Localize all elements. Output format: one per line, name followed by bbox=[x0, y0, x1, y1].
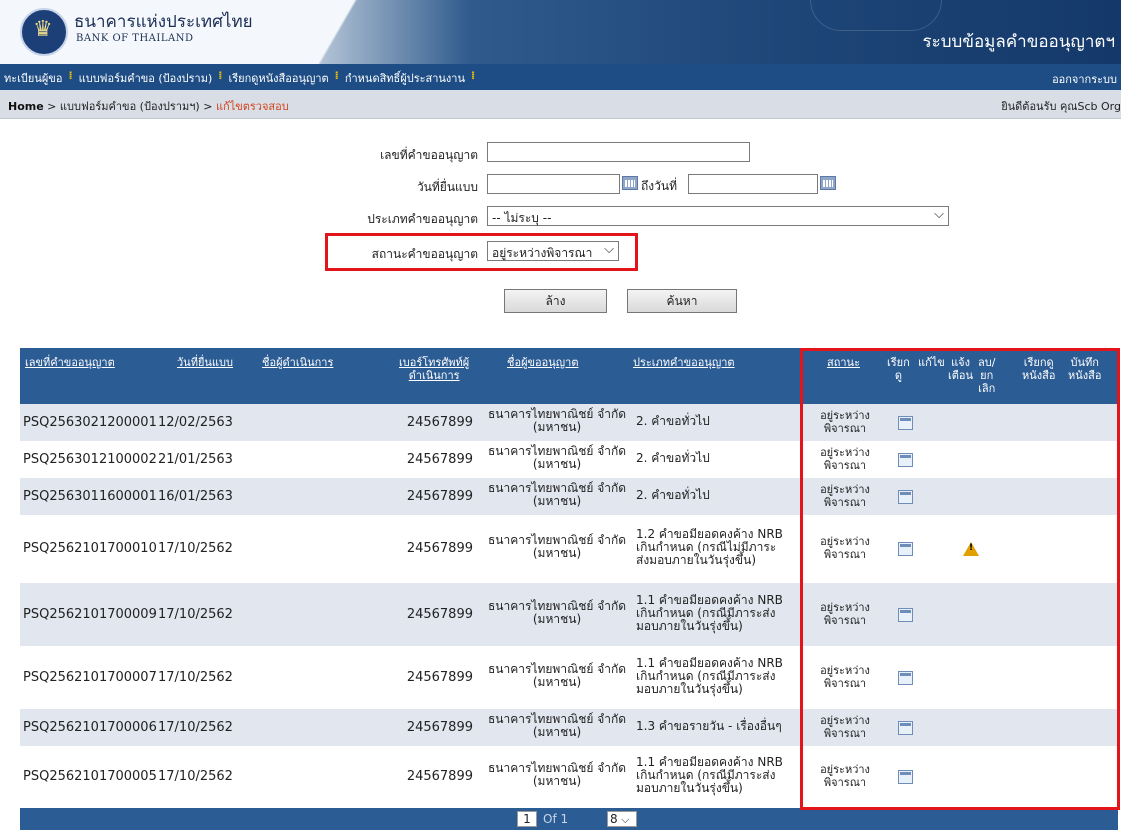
header-banner: ธนาคารแห่งประเทศไทย BANK OF THAILAND ระบ… bbox=[0, 0, 1121, 64]
submit-date-cell: 17/10/2562 bbox=[158, 541, 233, 556]
bank-name-en: BANK OF THAILAND bbox=[76, 33, 194, 44]
page-number-input[interactable]: 1 bbox=[517, 811, 537, 827]
request-type-select[interactable]: -- ไม่ระบุ -- ⌵ bbox=[487, 206, 949, 226]
status-select[interactable]: อยู่ระหว่างพิจารณา ⌵ bbox=[487, 241, 619, 261]
request-no-cell: PSQ2562101700005 bbox=[23, 769, 157, 784]
col-request-no[interactable]: เลขที่คำขออนุญาต bbox=[25, 356, 115, 369]
request-type-cell: 2. คำขอทั่วไป bbox=[636, 488, 710, 502]
breadcrumb-current: แก้ไขตรวจสอบ bbox=[215, 100, 289, 113]
submit-date-cell: 16/01/2563 bbox=[158, 489, 233, 504]
request-type-cell: 1.1 คำขอมียอดคงค้าง NRB เกินกำหนด (กรณีมี… bbox=[636, 656, 783, 696]
request-no-cell: PSQ2562101700009 bbox=[23, 607, 157, 622]
phone-cell: 24567899 bbox=[406, 607, 473, 622]
submit-date-cell: 17/10/2562 bbox=[158, 720, 233, 735]
applicant-cell: ธนาคารไทยพาณิชย์ จำกัด (มหาชน) bbox=[487, 444, 627, 471]
applicant-cell: ธนาคารไทยพาณิชย์ จำกัด (มหาชน) bbox=[487, 481, 627, 508]
request-type-cell: 1.1 คำขอมียอดคงค้าง NRB เกินกำหนด (กรณีมี… bbox=[636, 755, 783, 795]
phone-cell: 24567899 bbox=[406, 452, 473, 467]
breadcrumb-bar: Home > แบบฟอร์มคำขอ (ป้องปรามฯ) > แก้ไขต… bbox=[0, 90, 1121, 119]
calendar-from-icon[interactable] bbox=[622, 176, 638, 190]
date-from-input[interactable] bbox=[487, 174, 620, 194]
submit-date-cell: 17/10/2562 bbox=[158, 769, 233, 784]
breadcrumb-request-form[interactable]: แบบฟอร์มคำขอ (ป้องปรามฯ) bbox=[60, 100, 200, 113]
request-type-cell: 2. คำขอทั่วไป bbox=[636, 451, 710, 465]
col-applicant[interactable]: ชื่อผู้ขออนุญาต bbox=[507, 356, 578, 369]
applicant-cell: ธนาคารไทยพาณิชย์ จำกัด (มหาชน) bbox=[487, 761, 627, 788]
phone-cell: 24567899 bbox=[406, 541, 473, 556]
submit-date-cell: 21/01/2563 bbox=[158, 452, 233, 467]
nav-item-view-license[interactable]: เรียกดูหนังสืออนุญาต bbox=[228, 69, 328, 87]
applicant-cell: ธนาคารไทยพาณิชย์ จำกัด (มหาชน) bbox=[487, 533, 627, 560]
col-request-type[interactable]: ประเภทคำขออนุญาต bbox=[633, 356, 735, 369]
submit-date-label: วันที่ยื่นแบบ bbox=[416, 180, 478, 194]
status-label: สถานะคำขออนุญาต bbox=[371, 247, 478, 261]
nav-separator: ⁞ bbox=[471, 69, 476, 82]
col-submit-date[interactable]: วันที่ยื่นแบบ bbox=[177, 356, 233, 369]
applicant-cell: ธนาคารไทยพาณิชย์ จำกัด (มหาชน) bbox=[487, 662, 627, 689]
request-type-label: ประเภทคำขออนุญาต bbox=[367, 212, 478, 226]
nav-item-request-form[interactable]: แบบฟอร์มคำขอ (ป้องปราม) bbox=[79, 69, 213, 87]
system-title: ระบบข้อมูลคำขออนุญาตฯ bbox=[922, 32, 1116, 52]
request-no-cell: PSQ2562101700010 bbox=[23, 541, 157, 556]
applicant-cell: ธนาคารไทยพาณิชย์ จำกัด (มหาชน) bbox=[487, 407, 627, 434]
chevron-down-icon: ⌵ bbox=[617, 813, 630, 826]
submit-date-cell: 12/02/2563 bbox=[158, 415, 233, 430]
phone-cell: 24567899 bbox=[406, 769, 473, 784]
breadcrumb-home[interactable]: Home bbox=[8, 100, 44, 113]
main-nav: ทะเบียนผู้ขอ ⁞ แบบฟอร์มคำขอ (ป้องปราม) ⁞… bbox=[0, 64, 1121, 90]
col-operator-name[interactable]: ชื่อผู้ดำเนินการ bbox=[262, 356, 333, 369]
request-no-input[interactable] bbox=[487, 142, 750, 162]
search-button[interactable]: ค้นหา bbox=[627, 289, 737, 313]
welcome-text: ยินดีต้อนรับ คุณScb Org bbox=[1001, 100, 1121, 113]
date-to-input[interactable] bbox=[688, 174, 818, 194]
to-date-label: ถึงวันที่ bbox=[641, 179, 677, 193]
logout-link[interactable]: ออกจากระบบ bbox=[1052, 70, 1117, 88]
request-no-cell: PSQ2563011600001 bbox=[23, 489, 157, 504]
request-no-label: เลขที่คำขออนุญาต bbox=[380, 148, 478, 162]
nav-item-coordinator-rights[interactable]: กำหนดสิทธิ์ผู้ประสานงาน bbox=[345, 69, 465, 87]
request-no-cell: PSQ2562101700007 bbox=[23, 670, 157, 685]
request-no-cell: PSQ2563012100002 bbox=[23, 452, 157, 467]
request-no-cell: PSQ2562101700006 bbox=[23, 720, 157, 735]
nav-separator: ⁞ bbox=[334, 69, 339, 82]
actions-highlight-box bbox=[800, 348, 1120, 810]
nav-item-registration[interactable]: ทะเบียนผู้ขอ bbox=[4, 69, 62, 87]
nav-separator: ⁞ bbox=[68, 69, 73, 82]
page-total-text: Of 1 bbox=[543, 812, 569, 826]
pager: 1 Of 1 8 ⌵ bbox=[20, 808, 1118, 830]
phone-cell: 24567899 bbox=[406, 670, 473, 685]
page-size-select[interactable]: 8 ⌵ bbox=[607, 811, 637, 827]
chevron-down-icon: ⌵ bbox=[604, 242, 614, 257]
chevron-down-icon: ⌵ bbox=[934, 207, 944, 222]
clear-button[interactable]: ล้าง bbox=[504, 289, 607, 313]
submit-date-cell: 17/10/2562 bbox=[158, 670, 233, 685]
col-operator-phone[interactable]: เบอร์โทรศัพท์ผู้ ดำเนินการ bbox=[399, 356, 469, 382]
phone-cell: 24567899 bbox=[406, 720, 473, 735]
request-type-cell: 1.3 คำขอรายวัน - เรื่องอื่นๆ bbox=[636, 719, 782, 733]
breadcrumb: Home > แบบฟอร์มคำขอ (ป้องปรามฯ) > แก้ไขต… bbox=[8, 100, 289, 113]
request-type-cell: 1.1 คำขอมียอดคงค้าง NRB เกินกำหนด (กรณีมี… bbox=[636, 593, 783, 633]
request-type-cell: 1.2 คำขอมียอดคงค้าง NRB เกินกำหนด (กรณีไม… bbox=[636, 527, 783, 567]
applicant-cell: ธนาคารไทยพาณิชย์ จำกัด (มหาชน) bbox=[487, 712, 627, 739]
emblem-watermark bbox=[810, 0, 942, 31]
applicant-cell: ธนาคารไทยพาณิชย์ จำกัด (มหาชน) bbox=[487, 599, 627, 626]
nav-separator: ⁞ bbox=[218, 69, 223, 82]
request-type-cell: 2. คำขอทั่วไป bbox=[636, 414, 710, 428]
bank-name-th: ธนาคารแห่งประเทศไทย bbox=[74, 12, 253, 32]
calendar-to-icon[interactable] bbox=[820, 176, 836, 190]
submit-date-cell: 17/10/2562 bbox=[158, 607, 233, 622]
bank-logo-icon bbox=[20, 8, 68, 56]
phone-cell: 24567899 bbox=[406, 415, 473, 430]
request-no-cell: PSQ2563021200001 bbox=[23, 415, 157, 430]
phone-cell: 24567899 bbox=[406, 489, 473, 504]
